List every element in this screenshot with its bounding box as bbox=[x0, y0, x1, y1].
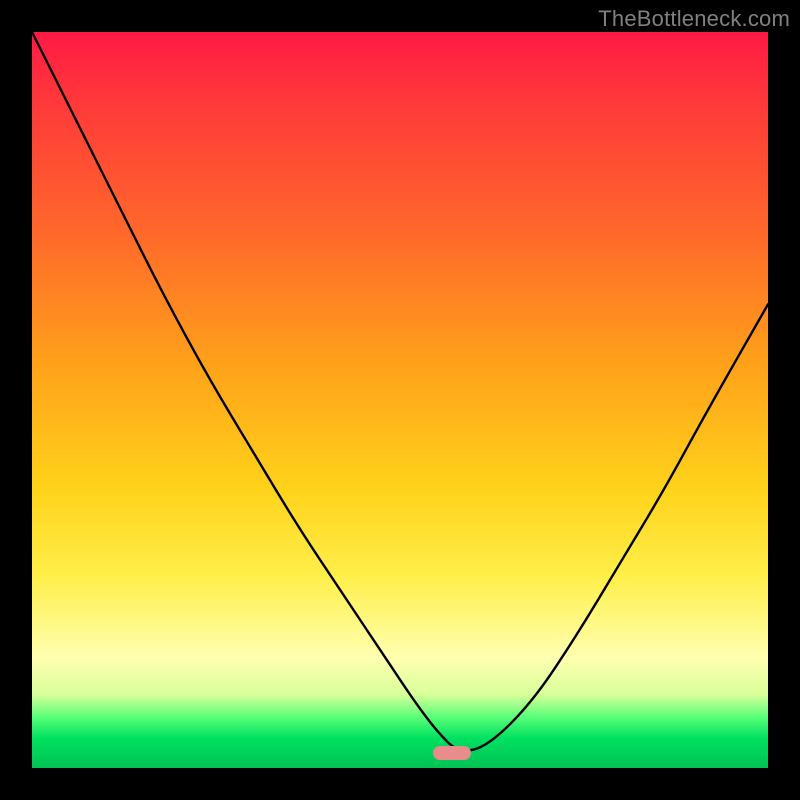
plot-area bbox=[32, 32, 768, 768]
optimal-marker bbox=[433, 746, 471, 760]
bottleneck-curve bbox=[32, 32, 768, 768]
chart-frame: TheBottleneck.com bbox=[0, 0, 800, 800]
watermark-text: TheBottleneck.com bbox=[598, 6, 790, 32]
